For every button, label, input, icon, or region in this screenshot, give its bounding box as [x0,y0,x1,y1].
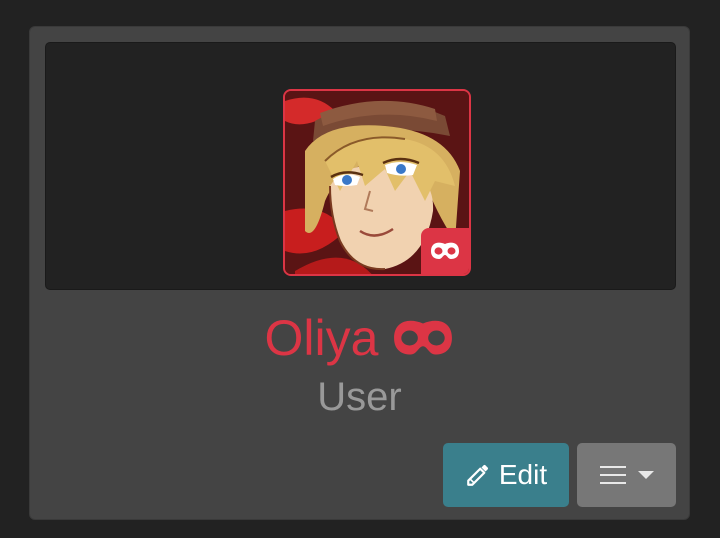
profile-name-row: Oliya [30,307,689,369]
profile-banner [45,42,676,290]
pencil-icon [467,464,488,486]
edit-button[interactable]: Edit [443,443,569,507]
caret-down-icon [637,471,654,479]
profile-role: User [317,375,402,419]
avatar-badge [421,228,469,274]
domino-mask-icon [431,242,459,259]
profile-card: Oliya User Edit [29,26,690,520]
edit-button-label: Edit [498,459,548,490]
menu-dropdown-button[interactable] [577,443,676,507]
profile-name: Oliya [264,310,379,366]
domino-mask-icon [394,320,453,355]
avatar[interactable] [283,89,471,276]
hamburger-icon [599,466,626,484]
